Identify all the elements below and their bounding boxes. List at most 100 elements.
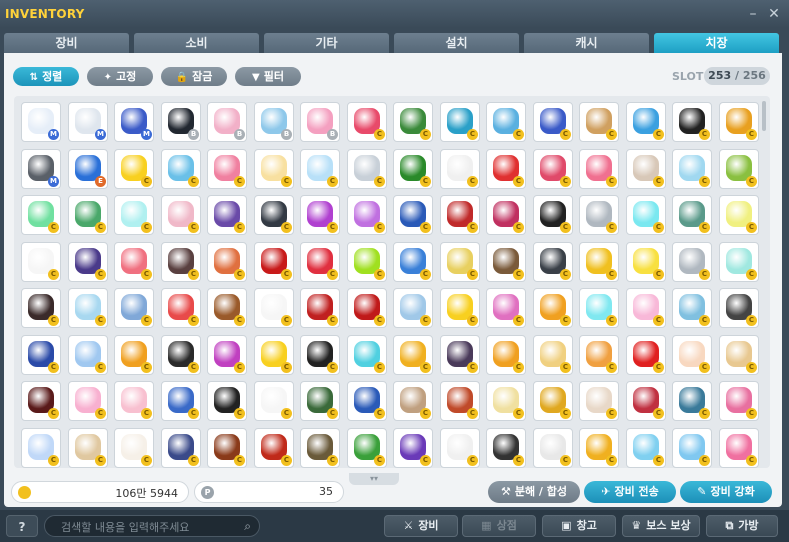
inventory-slot[interactable]: C bbox=[533, 381, 573, 421]
inventory-slot[interactable]: C bbox=[393, 288, 433, 328]
grid-scrollbar[interactable] bbox=[762, 101, 766, 131]
inventory-slot[interactable]: C bbox=[347, 195, 387, 235]
inventory-slot[interactable]: C bbox=[207, 288, 247, 328]
help-button[interactable]: ? bbox=[6, 515, 38, 537]
lock-button[interactable]: 🔒 잠금 bbox=[161, 67, 227, 86]
inventory-slot[interactable]: C bbox=[68, 288, 108, 328]
inventory-slot[interactable]: C bbox=[719, 335, 759, 375]
inventory-slot[interactable]: C bbox=[393, 242, 433, 282]
inventory-slot[interactable]: C bbox=[672, 195, 712, 235]
inventory-slot[interactable]: C bbox=[486, 242, 526, 282]
inventory-slot[interactable]: C bbox=[114, 428, 154, 468]
inventory-slot[interactable]: C bbox=[207, 149, 247, 189]
inventory-slot[interactable]: C bbox=[579, 428, 619, 468]
search-input[interactable] bbox=[59, 518, 233, 536]
inventory-slot[interactable]: C bbox=[393, 102, 433, 142]
inventory-slot[interactable]: C bbox=[626, 242, 666, 282]
inventory-slot[interactable]: C bbox=[207, 335, 247, 375]
inventory-slot[interactable]: C bbox=[114, 288, 154, 328]
inventory-slot[interactable]: C bbox=[626, 428, 666, 468]
inventory-slot[interactable]: C bbox=[486, 335, 526, 375]
filter-button[interactable]: ▼ 필터 bbox=[235, 67, 301, 86]
tab-cash[interactable]: 캐시 bbox=[524, 33, 649, 53]
expand-more-icon[interactable]: ▾▾ bbox=[349, 473, 399, 485]
close-icon[interactable]: ✕ bbox=[766, 6, 782, 22]
inventory-slot[interactable]: C bbox=[347, 102, 387, 142]
inventory-slot[interactable]: C bbox=[21, 428, 61, 468]
inventory-slot[interactable]: C bbox=[300, 335, 340, 375]
inventory-slot[interactable]: C bbox=[579, 195, 619, 235]
inventory-slot[interactable]: C bbox=[672, 288, 712, 328]
inventory-slot[interactable]: C bbox=[161, 335, 201, 375]
inventory-slot[interactable]: C bbox=[672, 242, 712, 282]
inventory-slot[interactable]: C bbox=[21, 381, 61, 421]
inventory-slot[interactable]: C bbox=[114, 335, 154, 375]
inventory-slot[interactable]: C bbox=[207, 428, 247, 468]
inventory-slot[interactable]: C bbox=[440, 381, 480, 421]
inventory-slot[interactable]: C bbox=[21, 288, 61, 328]
inventory-slot[interactable]: C bbox=[626, 149, 666, 189]
pin-button[interactable]: ✦ 고정 bbox=[87, 67, 153, 86]
inventory-slot[interactable]: C bbox=[486, 428, 526, 468]
inventory-slot[interactable]: C bbox=[207, 381, 247, 421]
inventory-slot[interactable]: C bbox=[486, 288, 526, 328]
title-bar[interactable]: INVENTORY – ✕ bbox=[0, 0, 789, 28]
shop-button[interactable]: ▦ 상점 bbox=[462, 515, 536, 537]
inventory-slot[interactable]: C bbox=[114, 381, 154, 421]
inventory-slot[interactable]: C bbox=[254, 428, 294, 468]
inventory-slot[interactable]: C bbox=[254, 335, 294, 375]
inventory-slot[interactable]: B bbox=[207, 102, 247, 142]
tab-setup[interactable]: 설치 bbox=[394, 33, 519, 53]
inventory-slot[interactable]: C bbox=[161, 242, 201, 282]
inventory-slot[interactable]: C bbox=[114, 195, 154, 235]
inventory-slot[interactable]: C bbox=[161, 428, 201, 468]
inventory-slot[interactable]: C bbox=[254, 149, 294, 189]
inventory-slot[interactable]: C bbox=[68, 242, 108, 282]
equip-window-button[interactable]: ⚔ 장비 bbox=[384, 515, 458, 537]
inventory-slot[interactable]: C bbox=[533, 242, 573, 282]
inventory-slot[interactable]: C bbox=[393, 381, 433, 421]
inventory-slot[interactable]: C bbox=[626, 335, 666, 375]
inventory-slot[interactable]: C bbox=[672, 381, 712, 421]
inventory-slot[interactable]: C bbox=[347, 242, 387, 282]
inventory-slot[interactable]: C bbox=[21, 242, 61, 282]
inventory-slot[interactable]: M bbox=[68, 102, 108, 142]
inventory-slot[interactable]: C bbox=[347, 428, 387, 468]
bag-button[interactable]: ⧉ 가방 bbox=[706, 515, 778, 537]
inventory-slot[interactable]: C bbox=[579, 335, 619, 375]
boss-reward-button[interactable]: ♛ 보스 보상 bbox=[622, 515, 700, 537]
tab-etc[interactable]: 기타 bbox=[264, 33, 389, 53]
inventory-slot[interactable]: C bbox=[300, 288, 340, 328]
inventory-slot[interactable]: C bbox=[68, 381, 108, 421]
inventory-slot[interactable]: M bbox=[114, 102, 154, 142]
equip-enhance-button[interactable]: ✎ 장비 강화 bbox=[680, 481, 772, 503]
inventory-slot[interactable]: C bbox=[161, 288, 201, 328]
inventory-slot[interactable]: C bbox=[440, 149, 480, 189]
inventory-slot[interactable]: C bbox=[393, 195, 433, 235]
inventory-slot[interactable]: C bbox=[440, 102, 480, 142]
inventory-slot[interactable]: C bbox=[207, 242, 247, 282]
sort-button[interactable]: ⇅ 정렬 bbox=[13, 67, 79, 86]
inventory-slot[interactable]: C bbox=[579, 288, 619, 328]
inventory-slot[interactable]: C bbox=[579, 242, 619, 282]
inventory-slot[interactable]: C bbox=[626, 195, 666, 235]
inventory-slot[interactable]: C bbox=[533, 428, 573, 468]
inventory-slot[interactable]: C bbox=[672, 335, 712, 375]
inventory-slot[interactable]: C bbox=[393, 149, 433, 189]
inventory-slot[interactable]: C bbox=[440, 335, 480, 375]
inventory-slot[interactable]: C bbox=[300, 428, 340, 468]
inventory-slot[interactable]: C bbox=[626, 381, 666, 421]
inventory-slot[interactable]: C bbox=[719, 381, 759, 421]
inventory-slot[interactable]: C bbox=[486, 102, 526, 142]
inventory-slot[interactable]: C bbox=[533, 335, 573, 375]
inventory-slot[interactable]: C bbox=[626, 102, 666, 142]
inventory-slot[interactable]: M bbox=[21, 149, 61, 189]
inventory-slot[interactable]: C bbox=[393, 428, 433, 468]
inventory-slot[interactable]: C bbox=[533, 102, 573, 142]
disassemble-button[interactable]: ⚒ 분해 / 합성 bbox=[488, 481, 580, 503]
inventory-slot[interactable]: C bbox=[254, 381, 294, 421]
inventory-slot[interactable]: C bbox=[579, 102, 619, 142]
inventory-slot[interactable]: C bbox=[393, 335, 433, 375]
inventory-slot[interactable]: C bbox=[579, 149, 619, 189]
minimize-icon[interactable]: – bbox=[745, 6, 761, 22]
